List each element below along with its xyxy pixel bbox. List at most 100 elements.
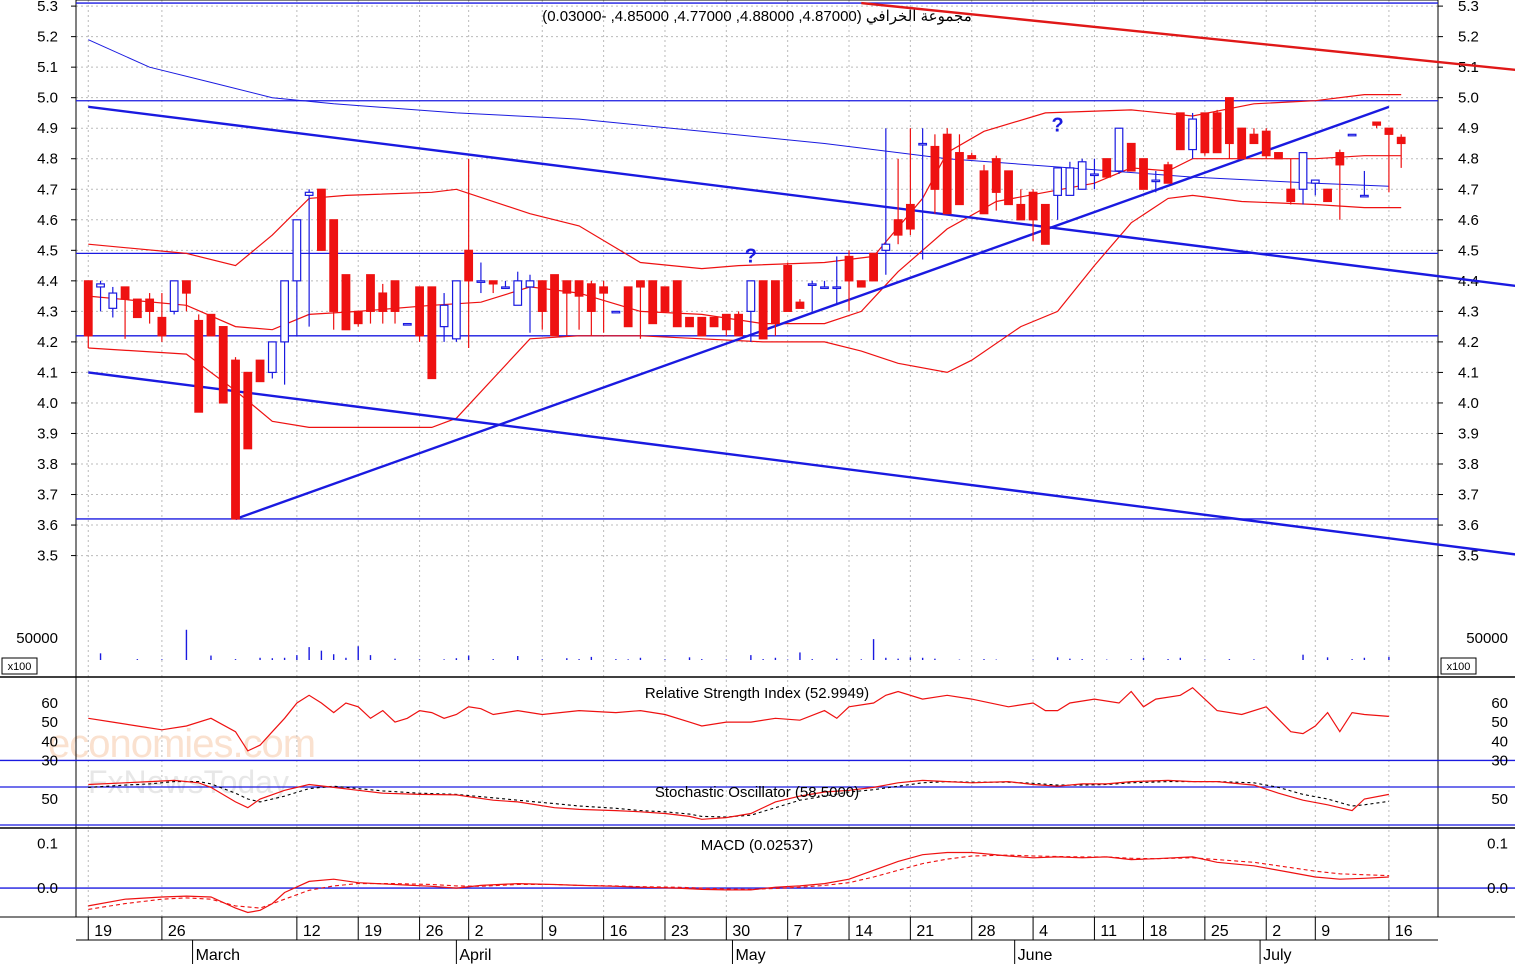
candle-body [1347,133,1357,137]
price-tick-label: 4.9 [37,120,58,137]
x-day-label: 28 [978,923,996,940]
stock-chart: 5.3 5.3 5.2 5.2 5.1 5.1 5.0 5.0 4.9 4.9 4.8 4.8 4.7 4… [0,0,1515,964]
candle-body [231,359,240,520]
x-day-label: 18 [1150,923,1168,940]
x-day-label: 12 [303,923,321,940]
candle-body [1286,188,1296,203]
candle-body [820,286,829,290]
candle-body [439,304,449,328]
candle-body [513,280,523,306]
volume-tick-label: 50000 [1466,630,1508,647]
trendline [88,371,1515,556]
candle-body [930,145,940,190]
candle-body [1372,121,1382,126]
candle-body [341,274,351,331]
candle-body [623,286,633,328]
candle-body [267,341,277,374]
candle-body [1151,179,1161,183]
candle-body [1139,158,1148,190]
price-tick-label: 4.5 [1458,242,1479,259]
candle-body [1004,170,1013,206]
candle-body [942,133,952,215]
macd-signal-line [88,854,1389,910]
price-tick-label: 4.0 [1458,395,1479,412]
price-tick-label: 4.6 [1458,212,1479,229]
candle-body [1114,127,1124,172]
x-day-label: 23 [671,923,689,940]
price-tick-label: 4.3 [37,303,58,320]
rsi-tick-label: 30 [1491,752,1508,769]
candle-body [844,255,854,282]
price-tick-label: 4.7 [37,181,58,198]
price-tick-label: 5.3 [37,0,58,15]
price-tick-label: 4.2 [1458,334,1479,351]
question-mark-marker: ? [1052,114,1064,136]
price-tick-label: 4.1 [37,364,58,381]
x-day-label: 9 [548,923,557,940]
candle-body [243,371,253,450]
price-tick-label: 3.6 [37,517,58,534]
candle-body [1040,203,1050,245]
candle-body [1102,158,1112,178]
macd-tick-label: 0.1 [1487,836,1508,853]
candle-body [1359,194,1369,198]
price-tick-label: 5.1 [1458,59,1479,76]
candle-body [1237,127,1247,160]
candle-body [378,292,388,312]
candle-body [893,219,903,236]
candle-body [905,203,915,230]
candle-body [856,280,866,288]
candle-body [1065,167,1075,196]
candle-body [476,280,486,283]
candle-body [525,280,535,288]
price-tick-label: 4.1 [1458,364,1479,381]
price-tick-label: 5.3 [1458,0,1479,15]
candle-body [1188,118,1197,151]
stoch-tick-label: 50 [41,791,58,808]
price-tick-label: 4.6 [37,212,58,229]
price-tick-label: 4.8 [1458,151,1479,168]
candle-body [660,286,670,312]
candle-body [1298,152,1308,190]
candle-body [783,264,793,312]
x-day-label: 7 [794,923,803,940]
candle-body [218,326,228,404]
candle-body [1335,152,1345,166]
rsi-tick-label: 50 [41,714,58,731]
rsi-tick-label: 60 [1491,695,1508,712]
candle-body [611,310,621,314]
volume-scale-label: x100 [1447,661,1471,673]
candle-body [709,316,719,328]
candle-body [1249,133,1259,145]
x-day-label: 25 [1211,923,1229,940]
price-tick-label: 5.0 [1458,90,1479,107]
rsi-tick-label: 30 [41,752,58,769]
macd-title: MACD (0.02537) [701,837,814,854]
price-tick-label: 3.8 [37,456,58,473]
candle-body [1200,112,1210,154]
candle-body [182,280,191,294]
candle-body [1396,136,1406,145]
candle-body [562,280,572,294]
moving-average [88,39,1389,187]
x-month-label: April [459,947,491,964]
macd-line [88,851,1389,914]
price-header: مجموعة الخرافي (4.87000, 4.88000, 4.7700… [542,8,972,25]
candle-body [746,280,756,312]
price-tick-label: 5.2 [37,29,58,46]
candle-body [317,188,326,251]
candle-body [967,155,977,160]
candle-body [366,274,375,312]
candle-body [869,252,878,282]
price-tick-label: 3.9 [37,425,58,442]
x-month-label: March [196,947,240,964]
price-tick-label: 3.7 [1458,487,1479,504]
candle-body [1175,112,1185,151]
candle-body [292,219,302,282]
x-day-label: 16 [1395,923,1413,940]
macd-tick-label: 0.1 [37,836,58,853]
candle-body [1028,191,1038,221]
candle-body [648,280,658,325]
candle-body [721,313,731,331]
candle-body [832,286,842,290]
